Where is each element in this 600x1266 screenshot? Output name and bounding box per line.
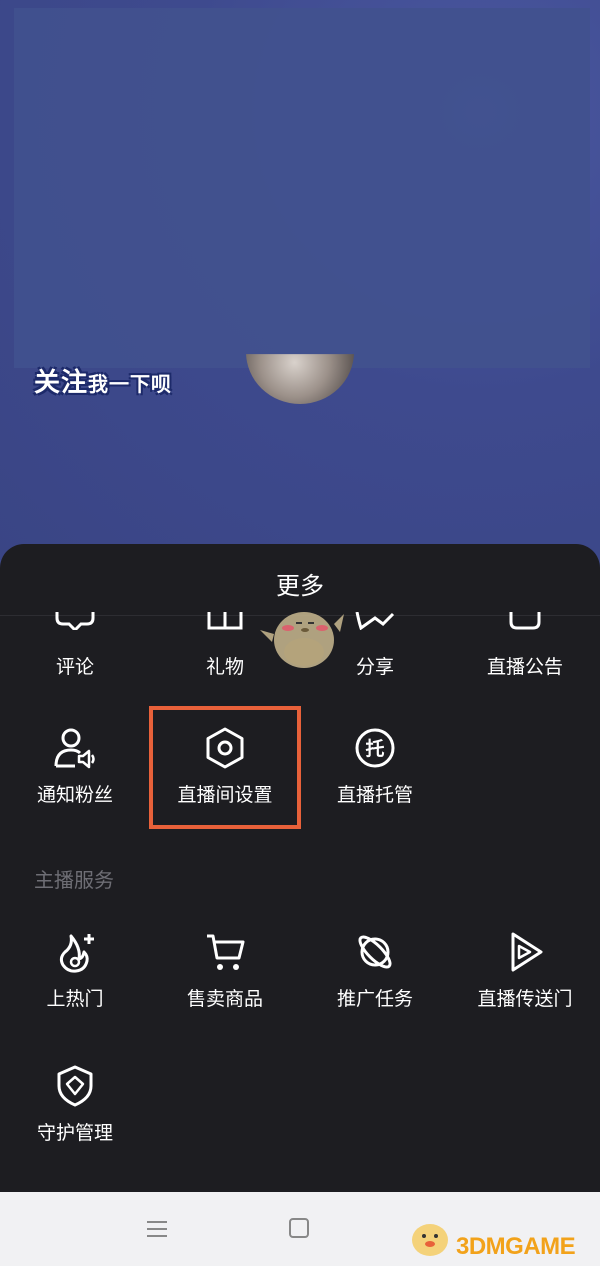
planet-icon (358, 935, 392, 969)
announcement-icon (509, 612, 541, 630)
comment-icon (55, 612, 95, 630)
menu-item-comment[interactable]: 评论 (0, 612, 150, 679)
portal-play-icon (511, 932, 543, 972)
menu-item-label: 售卖商品 (186, 988, 263, 1010)
follow-sticker-main: 关注 (34, 368, 89, 398)
section-title-host-services: 主播服务 (34, 868, 114, 892)
menu-item-guardian-management[interactable]: 守护管理 (0, 1064, 150, 1145)
menu-item-label: 上热门 (46, 988, 104, 1010)
menu-item-label: 直播传送门 (477, 988, 573, 1010)
mascot-sticker (260, 612, 344, 668)
follow-sticker-sub: 我一下呗 (88, 372, 173, 396)
menu-item-live-hosting[interactable]: 托 直播托管 (300, 726, 450, 807)
hosting-icon-glyph: 托 (365, 738, 384, 760)
menu-item-live-portal[interactable]: 直播传送门 (450, 930, 600, 1011)
menu-item-notify-fans[interactable]: 通知粉丝 (0, 726, 150, 807)
menu-lines-icon[interactable] (146, 1220, 168, 1238)
hot-boost-icon (59, 934, 94, 973)
menu-item-label: 守护管理 (36, 1122, 113, 1144)
blurred-video-area (14, 8, 590, 368)
menu-item-label: 通知粉丝 (36, 784, 113, 806)
menu-item-announcement[interactable]: 直播公告 (450, 612, 600, 679)
notify-fans-icon (54, 728, 95, 769)
menu-item-promotion-tasks[interactable]: 推广任务 (300, 930, 450, 1011)
cart-icon (207, 934, 245, 970)
menu-item-label: 直播托管 (336, 784, 413, 806)
highlight-box (149, 706, 301, 829)
menu-item-label: 推广任务 (336, 988, 413, 1010)
home-square-icon[interactable] (289, 1218, 309, 1238)
follow-sticker: 关注我一下呗 (34, 362, 172, 402)
menu-item-boost[interactable]: 上热门 (0, 930, 150, 1011)
hosting-icon: 托 (355, 728, 395, 768)
menu-item-label: 直播公告 (486, 656, 563, 678)
shield-icon (57, 1065, 93, 1107)
watermark-text: 3DMGAME (456, 1233, 576, 1260)
gift-icon (207, 612, 243, 630)
menu-item-sell-products[interactable]: 售卖商品 (150, 930, 300, 1011)
share-icon (355, 612, 395, 630)
menu-item-label: 评论 (55, 656, 94, 678)
